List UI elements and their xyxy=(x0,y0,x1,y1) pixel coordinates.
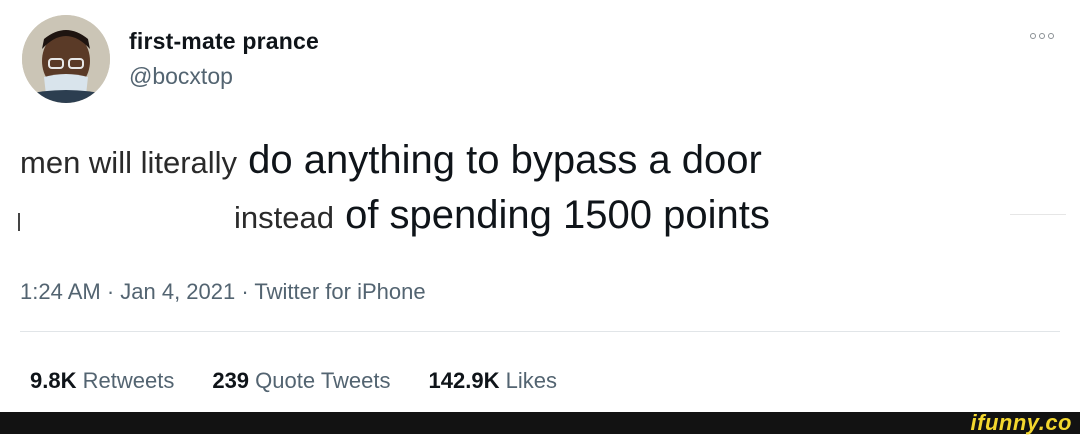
divider-mark xyxy=(18,213,20,231)
tweet-text-line-2: instead of spending 1500 points xyxy=(234,193,770,238)
tweet-stats: 9.8K Retweets 239 Quote Tweets 142.9K Li… xyxy=(30,368,557,394)
more-options-icon[interactable] xyxy=(1030,30,1060,42)
author-display-name[interactable]: first-mate prance xyxy=(129,28,319,55)
stat-value: 9.8K xyxy=(30,368,77,393)
tweet-text-small: instead xyxy=(234,200,334,235)
stat-label: Quote Tweets xyxy=(255,368,391,393)
stat-value: 142.9K xyxy=(428,368,500,393)
watermark-logo: ifunny.co xyxy=(970,410,1072,435)
stat-quote-tweets[interactable]: 239 Quote Tweets xyxy=(212,368,390,394)
tweet-text-line-1: men will literally do anything to bypass… xyxy=(20,138,762,183)
tweet-timestamp[interactable]: 1:24 AM · Jan 4, 2021 · Twitter for iPho… xyxy=(20,279,426,305)
stat-retweets[interactable]: 9.8K Retweets xyxy=(30,368,174,394)
avatar[interactable] xyxy=(22,15,110,103)
author-handle[interactable]: @bocxtop xyxy=(129,63,233,90)
stat-label: Likes xyxy=(505,368,557,393)
divider xyxy=(20,331,1060,332)
footer-bar: ifunny.co xyxy=(0,410,1080,435)
tweet-text-small: men will literally xyxy=(20,145,238,180)
divider-mark xyxy=(1010,214,1066,215)
stat-value: 239 xyxy=(212,368,250,393)
stat-label: Retweets xyxy=(82,368,175,393)
tweet-text-large: of spending 1500 points xyxy=(333,193,770,237)
stat-likes[interactable]: 142.9K Likes xyxy=(429,368,557,394)
tweet-text-large: do anything to bypass a door xyxy=(237,138,762,182)
